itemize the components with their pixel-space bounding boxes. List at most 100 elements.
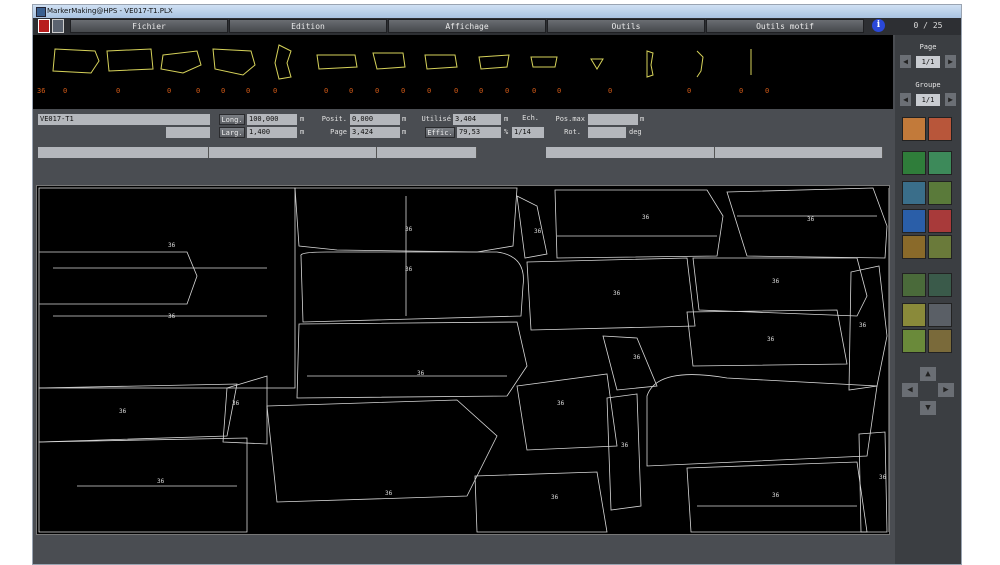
zoom-icon[interactable]: [902, 209, 926, 233]
pack-icon[interactable]: [928, 273, 952, 297]
align-left-icon[interactable]: [902, 235, 926, 259]
piece-outline: [554, 189, 724, 259]
move-piece-icon[interactable]: [902, 117, 926, 141]
groupe-prev-button[interactable]: ◀: [900, 93, 911, 106]
preview-piece: [106, 48, 154, 72]
brand-logo-icon[interactable]: [38, 19, 50, 33]
posmax-unit: m: [640, 115, 645, 123]
info-icon[interactable]: i: [872, 19, 885, 32]
preview-piece: [316, 54, 358, 70]
spread-icon[interactable]: [902, 273, 926, 297]
app-logo-icon[interactable]: [52, 19, 64, 33]
size-label: 36: [417, 370, 425, 377]
largeur-field[interactable]: 1,400: [247, 127, 297, 138]
split-piece-icon[interactable]: [928, 151, 952, 175]
page-prev-button[interactable]: ◀: [900, 55, 911, 68]
preview-count: 0: [246, 87, 251, 95]
menu-fichier[interactable]: Fichier: [70, 19, 228, 33]
stack-icon[interactable]: [902, 329, 926, 353]
menu-bar: Fichier Edition Affichage Outils Outils …: [33, 18, 961, 35]
marker-info-panel: VE017-T1 Long. 100,000 m Larg. 1,400 m P…: [33, 111, 893, 161]
page-label: Page: [919, 43, 937, 51]
page-next-button[interactable]: ▶: [945, 55, 956, 68]
size-label: 36: [557, 400, 565, 407]
preview-count: 0: [532, 87, 537, 95]
status-bar-segment: [546, 147, 715, 158]
piece-outline: [516, 373, 618, 451]
nav-right-icon[interactable]: ▶: [938, 383, 954, 397]
echelle-field[interactable]: 1/14: [512, 127, 544, 138]
rotation-unit: deg: [629, 128, 642, 136]
utilise-field[interactable]: 3,404: [453, 114, 501, 125]
nav-up-icon[interactable]: ▲: [920, 367, 936, 381]
efficacite-label: Effic.: [425, 127, 455, 138]
piece-outline: [848, 265, 888, 391]
preview-count: 0: [349, 87, 354, 95]
piece-outline: [266, 399, 498, 503]
piece-outline: [38, 383, 238, 443]
nav-down-icon[interactable]: ▼: [920, 401, 936, 415]
preview-count: 0: [273, 87, 278, 95]
size-label: 36: [621, 442, 629, 449]
size-label: 36: [405, 226, 413, 233]
preview-count: 0: [401, 87, 406, 95]
groupe-value: 1/1: [916, 94, 940, 106]
size-label: 36: [642, 214, 650, 221]
groupe-next-button[interactable]: ▶: [945, 93, 956, 106]
preview-piece: [212, 48, 256, 76]
size-label: 36: [859, 322, 867, 329]
preview-count: 0: [608, 87, 613, 95]
gear-icon[interactable]: [928, 303, 952, 327]
chart-icon[interactable]: [928, 181, 952, 205]
preview-piece: [52, 48, 100, 74]
piece-outline: [526, 257, 696, 331]
marker-pieces: [38, 187, 889, 533]
preview-piece: [424, 54, 458, 70]
side-panel: Page ◀ 1/1 ▶ Groupe ◀ 1/1 ▶ ▲ ◀ ▶ ▼: [895, 35, 961, 564]
position-field[interactable]: 0,000: [350, 114, 400, 125]
size-label: 36: [534, 228, 542, 235]
piece-outline: [516, 195, 548, 259]
marker-canvas[interactable]: 36 36 36 36 36 36 36 36 36 36 36 36 36 3…: [36, 185, 890, 535]
layers-icon[interactable]: [928, 329, 952, 353]
fold-piece-icon[interactable]: [928, 209, 952, 233]
preview-count: 0: [765, 87, 770, 95]
map-icon[interactable]: [902, 303, 926, 327]
menu-edition[interactable]: Edition: [229, 19, 387, 33]
size-label: 36: [168, 242, 176, 249]
posmax-field[interactable]: [588, 114, 638, 125]
longueur-unit: m: [300, 115, 305, 123]
page-length-field[interactable]: 3,424: [350, 127, 400, 138]
rotate-piece-icon[interactable]: [902, 181, 926, 205]
preview-count: 0: [479, 87, 484, 95]
echelle-label: Ech.: [522, 114, 539, 122]
flip-piece-icon[interactable]: [928, 117, 952, 141]
longueur-label: Long.: [219, 114, 245, 125]
menu-affichage[interactable]: Affichage: [388, 19, 546, 33]
nav-left-icon[interactable]: ◀: [902, 383, 918, 397]
marker-name-field[interactable]: VE017-T1: [38, 114, 210, 125]
menu-outils[interactable]: Outils: [547, 19, 705, 33]
marker-counter: 0 / 25: [913, 21, 943, 30]
group-pieces-icon[interactable]: [902, 151, 926, 175]
size-label: 36: [772, 278, 780, 285]
preview-piece: [478, 54, 510, 70]
rotation-field[interactable]: [588, 127, 626, 138]
size-label: 36: [879, 474, 887, 481]
size-label: 36: [551, 494, 559, 501]
utilise-label: Utilisé: [421, 115, 451, 123]
preview-count: 0: [687, 87, 692, 95]
efficacite-field[interactable]: 79,53: [457, 127, 501, 138]
preview-count: 0: [375, 87, 380, 95]
menu-outils-motif[interactable]: Outils motif: [706, 19, 864, 33]
piece-preview-strip[interactable]: 36 0 0 0 0 0 0 0 0 0 0 0 0 0 0 0 0 0 0 0…: [33, 35, 893, 109]
marker-extra-field[interactable]: [166, 127, 210, 138]
preview-count: 0: [324, 87, 329, 95]
align-right-icon[interactable]: [928, 235, 952, 259]
size-label: 36: [119, 408, 127, 415]
preview-piece: [646, 50, 654, 78]
piece-outline: [296, 321, 528, 399]
page-length-unit: m: [402, 128, 407, 136]
piece-outline: [646, 374, 878, 467]
longueur-field[interactable]: 100,000: [247, 114, 297, 125]
